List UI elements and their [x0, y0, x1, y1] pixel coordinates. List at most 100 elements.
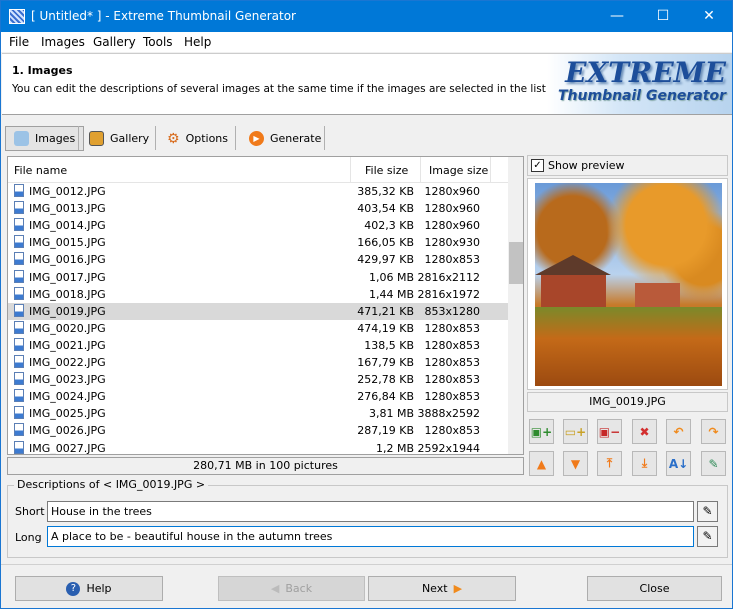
- table-row[interactable]: IMG_0018.JPG 1,44 MB 2816x1972: [8, 286, 508, 303]
- menu-tools[interactable]: Tools: [143, 35, 173, 49]
- table-row[interactable]: IMG_0020.JPG 474,19 KB 1280x853: [8, 320, 508, 337]
- image-preview: [527, 178, 728, 390]
- cell-file-size: 138,5 KB: [364, 338, 414, 352]
- cell-image-size: 1280x853: [424, 356, 481, 369]
- app-icon: [9, 9, 25, 24]
- cell-image-size: 2816x2112: [417, 270, 481, 284]
- sort-az-button[interactable]: A↓: [666, 451, 691, 476]
- edit-long-button[interactable]: ✎: [697, 526, 718, 547]
- divider: [155, 126, 156, 150]
- table-row[interactable]: IMG_0013.JPG 403,54 KB 1280x960: [8, 200, 508, 217]
- table-row[interactable]: IMG_0019.JPG 471,21 KB 853x1280: [8, 302, 508, 320]
- tab-images[interactable]: Images: [5, 126, 85, 151]
- menu-help[interactable]: Help: [184, 35, 211, 49]
- move-down-button[interactable]: ▼: [563, 451, 588, 476]
- column-file-size[interactable]: File size: [365, 164, 408, 177]
- cell-file-name: IMG_0026.JPG: [29, 424, 106, 438]
- maximize-button[interactable]: ☐: [640, 1, 686, 32]
- undo-icon: ↶: [673, 424, 684, 439]
- table-row[interactable]: IMG_0015.JPG 166,05 KB 1280x930: [8, 234, 508, 251]
- back-button[interactable]: ◀ Back: [218, 576, 365, 601]
- image-file-icon: [14, 406, 24, 420]
- table-row[interactable]: IMG_0024.JPG 276,84 KB 1280x853: [8, 388, 508, 405]
- cell-image-size: 1280x853: [424, 338, 481, 352]
- cell-file-size: 166,05 KB: [357, 236, 414, 250]
- long-label: Long: [15, 531, 42, 544]
- tab-generate[interactable]: ▶ Generate: [241, 126, 329, 151]
- move-down-icon: ▼: [570, 456, 581, 471]
- cell-file-name: IMG_0015.JPG: [29, 236, 106, 250]
- tab-options[interactable]: ⚙ Options: [159, 126, 236, 151]
- table-row[interactable]: IMG_0014.JPG 402,3 KB 1280x960: [8, 217, 508, 234]
- move-bottom-button[interactable]: ⤓: [632, 451, 657, 476]
- menu-file[interactable]: File: [9, 35, 29, 49]
- remove-image-button[interactable]: ▣−: [597, 419, 622, 444]
- add-image-button[interactable]: ▣+: [529, 419, 554, 444]
- step-title: 1. Images: [12, 64, 73, 77]
- table-row[interactable]: IMG_0027.JPG 1,2 MB 2592x1944: [8, 440, 508, 455]
- table-row[interactable]: IMG_0017.JPG 1,06 MB 2816x2112: [8, 269, 508, 286]
- cell-file-size: 1,2 MB: [375, 441, 414, 455]
- add-folder-button[interactable]: ▭+: [563, 419, 588, 444]
- move-up-button[interactable]: ▲: [529, 451, 554, 476]
- table-row[interactable]: IMG_0012.JPG 385,32 KB 1280x960: [8, 183, 508, 200]
- long-description-input[interactable]: A place to be - beautiful house in the a…: [47, 526, 694, 547]
- minimize-button[interactable]: —: [594, 1, 640, 32]
- cell-file-name: IMG_0019.JPG: [29, 304, 106, 318]
- column-image-size[interactable]: Image size: [429, 164, 488, 177]
- sort-az-icon: A↓: [668, 456, 689, 471]
- table-row[interactable]: IMG_0023.JPG 252,78 KB 1280x853: [8, 371, 508, 388]
- cell-file-name: IMG_0023.JPG: [29, 373, 106, 387]
- cell-image-size: 1280x960: [424, 219, 481, 233]
- close-button[interactable]: Close: [587, 576, 722, 601]
- remove-all-button[interactable]: ✖: [632, 419, 657, 444]
- show-preview-checkbox[interactable]: ✓ Show preview: [527, 155, 728, 176]
- move-up-icon: ▲: [536, 456, 547, 471]
- vertical-scrollbar[interactable]: [508, 157, 523, 454]
- image-file-icon: [14, 286, 24, 300]
- move-top-button[interactable]: ⤒: [597, 451, 622, 476]
- redo-button[interactable]: ↷: [701, 419, 726, 444]
- arrow-right-icon: ▶: [453, 582, 463, 595]
- next-button[interactable]: Next ▶: [368, 576, 516, 601]
- scrollbar-thumb[interactable]: [509, 242, 523, 284]
- table-row[interactable]: IMG_0022.JPG 167,79 KB 1280x853: [8, 354, 508, 371]
- cell-file-size: 1,44 MB: [368, 287, 414, 301]
- list-summary: 280,71 MB in 100 pictures: [7, 457, 524, 475]
- cell-file-size: 287,19 KB: [357, 424, 414, 438]
- list-header: File name File size Image size: [8, 157, 508, 183]
- cell-file-name: IMG_0027.JPG: [29, 441, 106, 455]
- checkbox[interactable]: ✓: [531, 159, 544, 172]
- cell-file-size: 1,06 MB: [368, 270, 414, 284]
- table-row[interactable]: IMG_0021.JPG 138,5 KB 1280x853: [8, 337, 508, 354]
- table-row[interactable]: IMG_0016.JPG 429,97 KB 1280x853: [8, 251, 508, 268]
- table-row[interactable]: IMG_0026.JPG 287,19 KB 1280x853: [8, 422, 508, 439]
- remove-all-icon: ✖: [639, 424, 650, 439]
- image-list[interactable]: File name File size Image size IMG_0012.…: [7, 156, 524, 455]
- tab-gallery[interactable]: Gallery: [81, 126, 157, 151]
- cell-image-size: 1280x853: [424, 253, 481, 267]
- logo: EXTREME Thumbnail Generator: [547, 54, 732, 114]
- image-file-icon: [14, 423, 24, 437]
- cell-image-size: 1280x960: [424, 202, 481, 216]
- window-title: [ Untitled* ] - Extreme Thumbnail Genera…: [31, 9, 296, 23]
- cell-file-name: IMG_0014.JPG: [29, 219, 106, 233]
- cell-file-name: IMG_0025.JPG: [29, 407, 106, 421]
- column-file-name[interactable]: File name: [14, 164, 67, 177]
- cell-image-size: 2592x1944: [417, 441, 481, 455]
- close-window-button[interactable]: ✕: [686, 1, 732, 32]
- cell-file-size: 252,78 KB: [357, 373, 414, 387]
- help-button[interactable]: ? Help: [15, 576, 163, 601]
- menu-bar: File Images Gallery Tools Help: [1, 32, 732, 52]
- edit-short-button[interactable]: ✎: [697, 501, 718, 522]
- image-file-icon: [14, 337, 24, 351]
- title-bar: [ Untitled* ] - Extreme Thumbnail Genera…: [1, 1, 732, 32]
- menu-gallery[interactable]: Gallery: [93, 35, 136, 49]
- cell-image-size: 853x1280: [424, 304, 481, 318]
- image-file-icon: [14, 440, 24, 454]
- undo-button[interactable]: ↶: [666, 419, 691, 444]
- short-description-input[interactable]: House in the trees: [47, 501, 694, 522]
- menu-images[interactable]: Images: [41, 35, 85, 49]
- edit-image-button[interactable]: ✎: [701, 451, 726, 476]
- table-row[interactable]: IMG_0025.JPG 3,81 MB 3888x2592: [8, 405, 508, 422]
